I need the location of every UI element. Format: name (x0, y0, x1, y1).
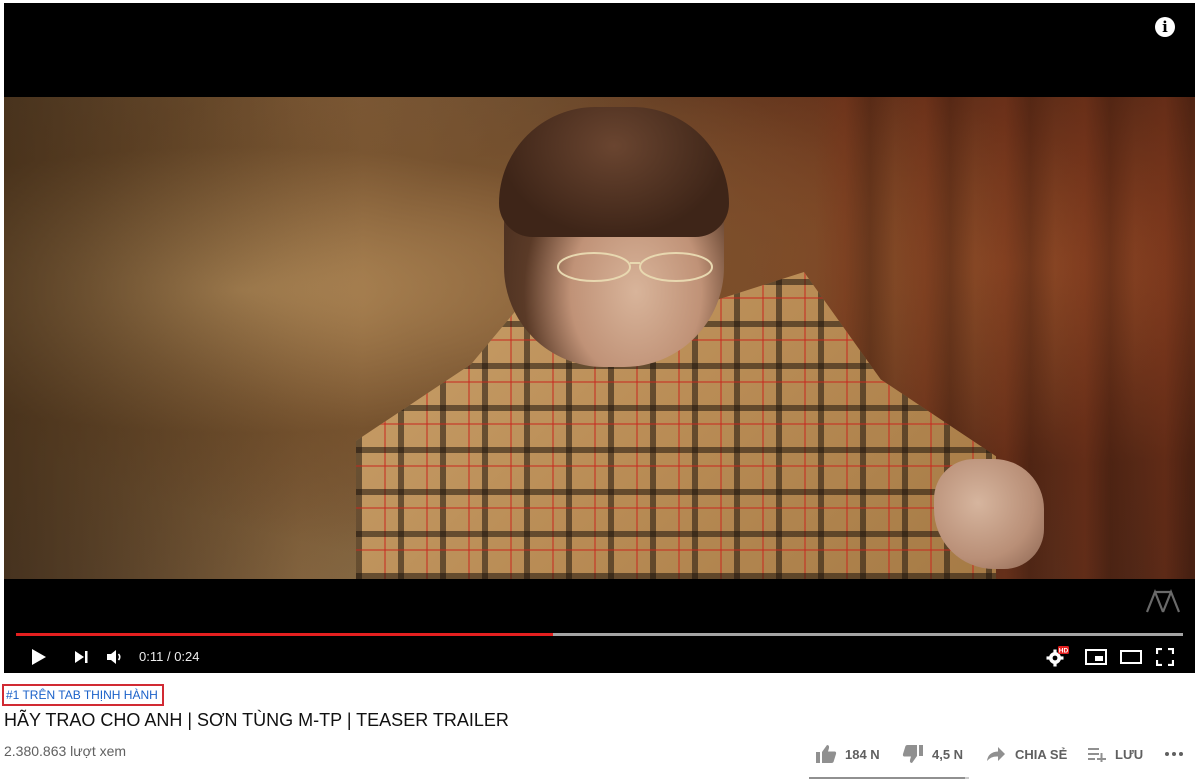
frame-shadow (4, 97, 364, 579)
volume-button[interactable] (102, 641, 128, 673)
add-to-playlist-icon (1088, 748, 1106, 762)
channel-watermark-icon[interactable] (1145, 588, 1181, 614)
video-player[interactable]: i 0:11 / 0:24 HD (4, 3, 1195, 673)
next-button[interactable] (68, 641, 94, 673)
trending-tag-link[interactable]: #1 TRÊN TAB THỊNH HÀNH (2, 684, 164, 706)
settings-button[interactable]: HD (1044, 641, 1070, 673)
fullscreen-button[interactable] (1152, 641, 1178, 673)
dislike-button[interactable]: 4,5 N (902, 740, 963, 768)
theater-mode-button[interactable] (1116, 641, 1146, 673)
video-frame[interactable] (4, 97, 1195, 579)
current-time: 0:11 (139, 649, 164, 664)
play-icon (32, 649, 46, 665)
save-button[interactable]: LƯU (1087, 740, 1143, 768)
share-arrow-icon (987, 747, 1005, 761)
fullscreen-icon (1156, 648, 1174, 666)
thumbs-down-icon (902, 745, 923, 763)
like-dislike-ratio-bar (809, 777, 969, 779)
save-label: LƯU (1115, 746, 1144, 762)
next-icon (75, 651, 88, 663)
theater-mode-icon (1120, 650, 1142, 664)
like-ratio-fill (809, 777, 966, 779)
time-display: 0:11 / 0:24 (139, 641, 200, 673)
share-label: CHIA SẺ (1015, 746, 1068, 762)
player-controls: 0:11 / 0:24 HD (4, 641, 1195, 673)
more-actions-button[interactable] (1164, 740, 1184, 768)
total-time: 0:24 (174, 649, 200, 664)
video-page: i 0:11 / 0:24 HD #1 TRÊN TAB THỊNH HÀNH … (0, 0, 1199, 780)
hd-badge-label: HD (1059, 648, 1069, 655)
miniplayer-icon (1085, 649, 1107, 665)
progress-bar[interactable] (16, 633, 1183, 636)
glasses (557, 252, 713, 282)
miniplayer-button[interactable] (1082, 641, 1110, 673)
share-button[interactable]: CHIA SẺ (986, 740, 1067, 768)
info-icon[interactable]: i (1155, 17, 1175, 37)
volume-icon (107, 650, 121, 664)
play-button[interactable] (26, 641, 52, 673)
like-button[interactable]: 184 N (815, 740, 880, 768)
dislike-count: 4,5 N (932, 746, 964, 762)
progress-played (16, 633, 553, 636)
thumbs-up-icon (816, 745, 837, 763)
like-count: 184 N (845, 746, 880, 762)
video-title: HÃY TRAO CHO ANH | SƠN TÙNG M-TP | TEASE… (4, 710, 509, 730)
time-separator: / (163, 649, 175, 664)
more-dots-icon (1165, 752, 1183, 756)
view-count: 2.380.863 lượt xem (4, 743, 127, 759)
person-hair (499, 107, 729, 237)
settings-gear-icon: HD (1046, 646, 1069, 667)
